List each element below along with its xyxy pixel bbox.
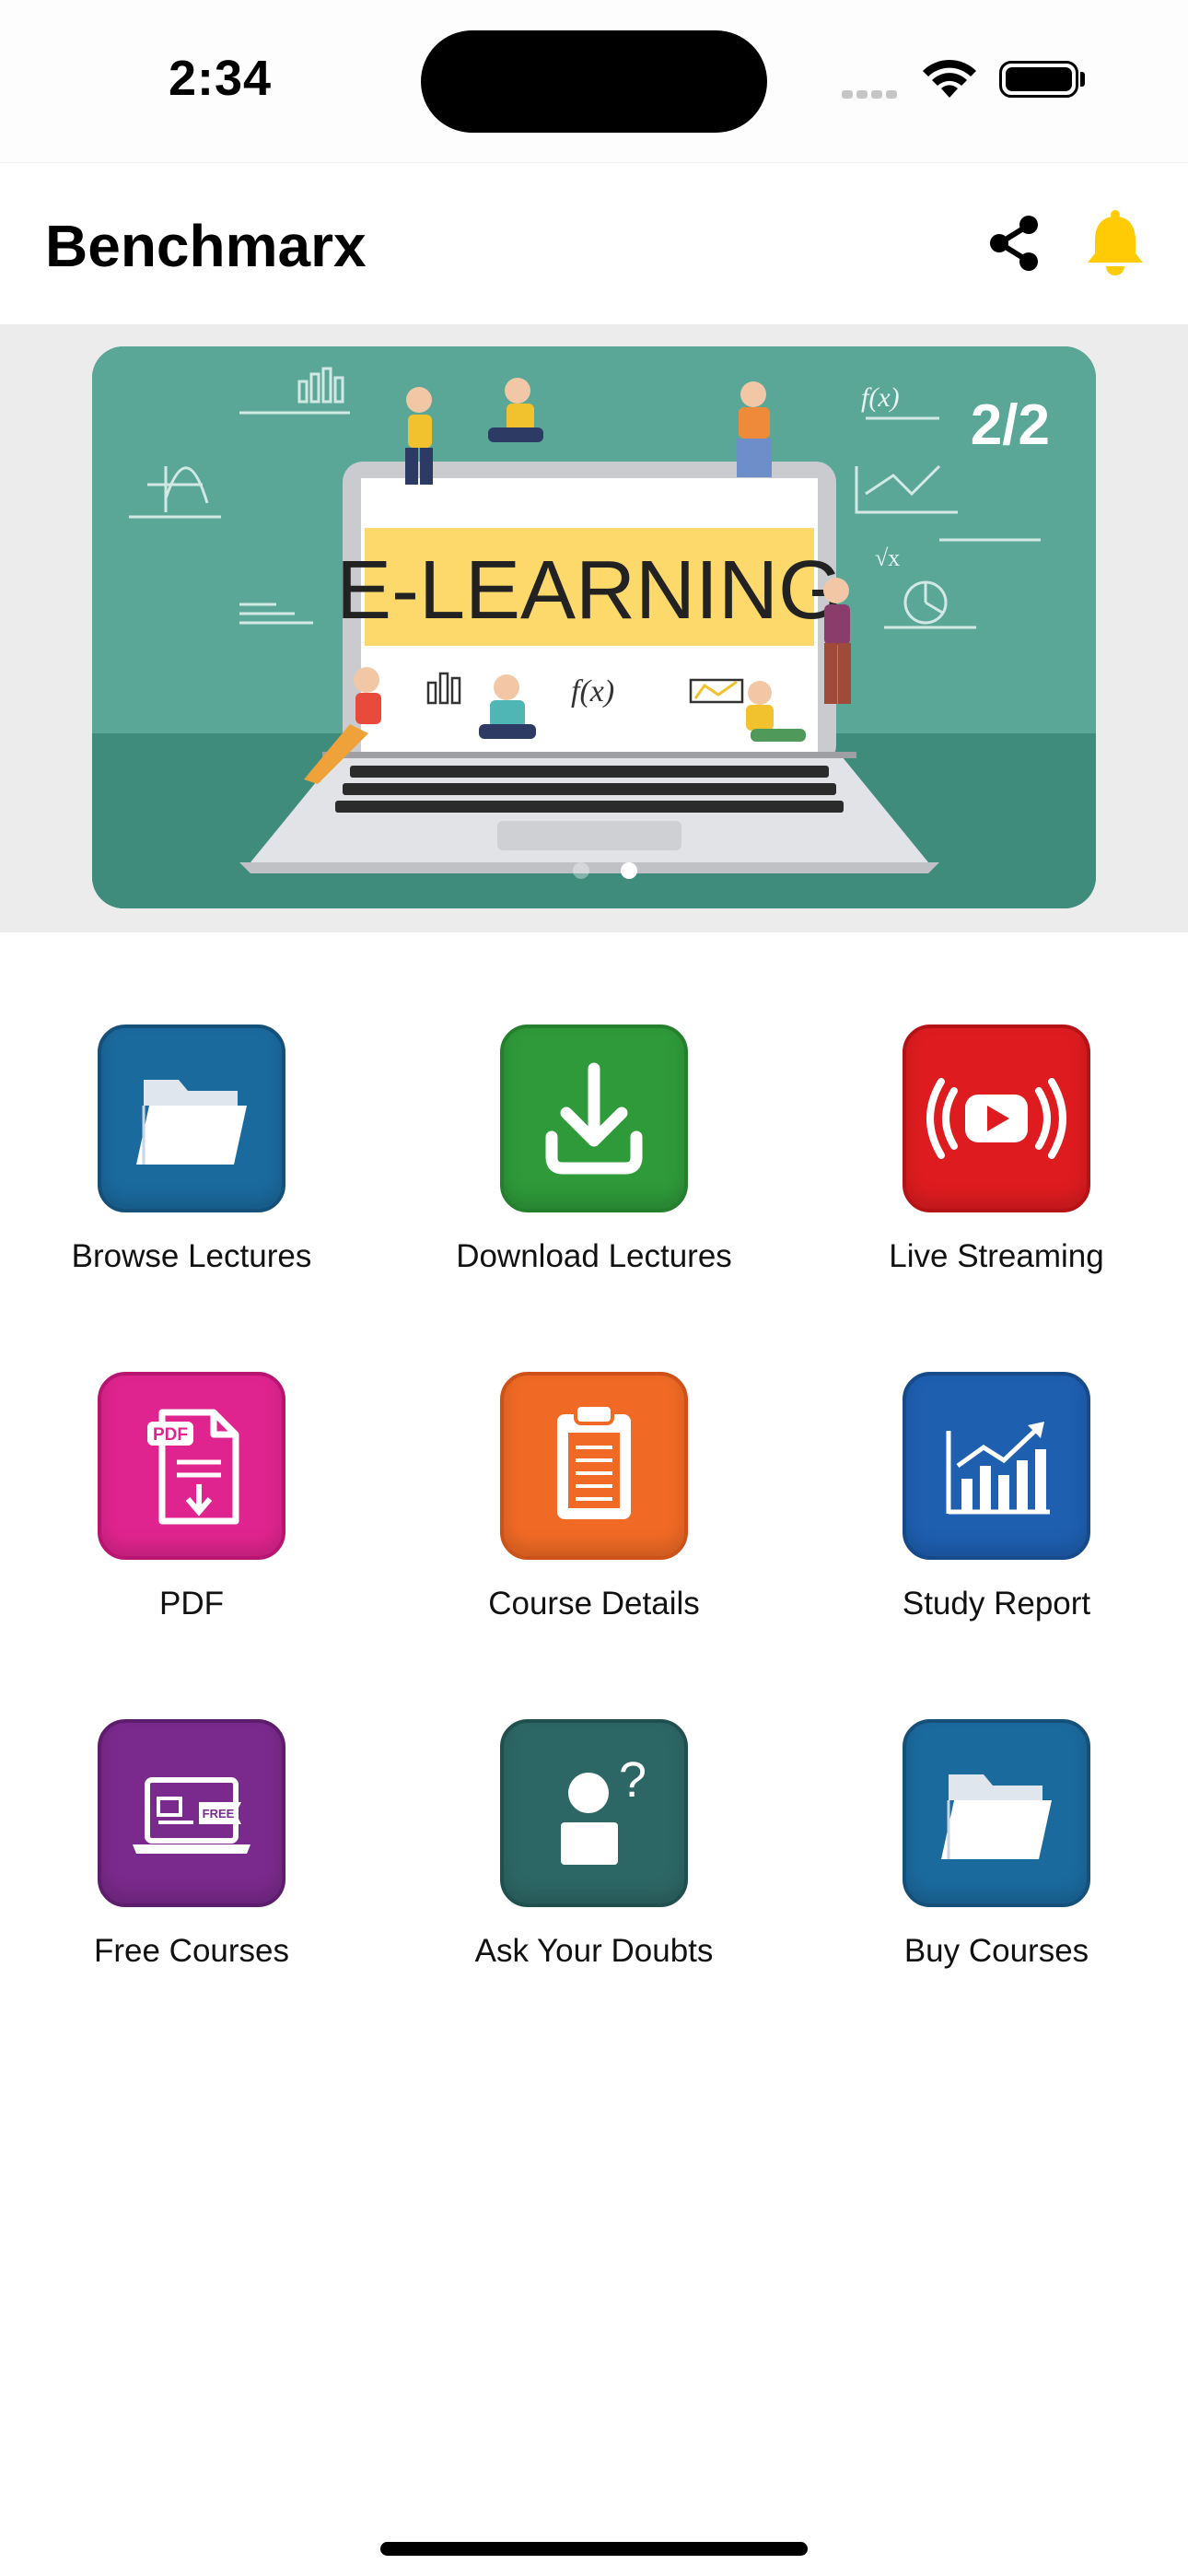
free-courses-icon-box: FREE bbox=[98, 1719, 285, 1907]
svg-text:f(x): f(x) bbox=[571, 674, 614, 708]
notification-bell-icon[interactable] bbox=[1082, 209, 1148, 279]
question-person-icon: ? bbox=[561, 1752, 646, 1865]
folder-icon bbox=[941, 1774, 1052, 1859]
svg-text:PDF: PDF bbox=[153, 1425, 188, 1445]
live-streaming-icon-box bbox=[903, 1025, 1090, 1212]
app-header: Benchmarx bbox=[0, 162, 1188, 325]
svg-text:√x: √x bbox=[875, 544, 900, 571]
banner-headline: E-LEARNING bbox=[336, 544, 843, 637]
live-streaming-label: Live Streaming bbox=[889, 1238, 1104, 1274]
carousel-dots bbox=[557, 862, 653, 884]
browse-lectures-button[interactable]: Browse Lectures bbox=[0, 1025, 393, 1282]
battery-icon bbox=[999, 61, 1078, 98]
svg-text:?: ? bbox=[619, 1752, 646, 1808]
course-details-label: Course Details bbox=[488, 1586, 700, 1622]
download-lectures-icon-box bbox=[500, 1025, 688, 1212]
wifi-icon bbox=[923, 59, 976, 98]
banner-carousel: f(x) √x E-LEARNING f(x) 2/2 bbox=[0, 324, 1188, 932]
cellular-signal-icon bbox=[842, 87, 901, 103]
buy-courses-icon-box bbox=[903, 1719, 1090, 1907]
free-courses-button[interactable]: FREE Free Courses bbox=[0, 1719, 393, 1977]
course-details-button[interactable]: Course Details bbox=[392, 1372, 796, 1630]
buy-courses-label: Buy Courses bbox=[903, 1933, 1089, 1969]
pdf-icon-box: PDF bbox=[98, 1372, 285, 1560]
banner-slide[interactable]: f(x) √x E-LEARNING f(x) 2/2 bbox=[92, 346, 1096, 908]
free-courses-label: Free Courses bbox=[93, 1933, 290, 1969]
carousel-dot-2[interactable] bbox=[621, 862, 637, 879]
download-icon bbox=[545, 1062, 643, 1175]
chart-icon bbox=[946, 1422, 1050, 1515]
download-lectures-button[interactable]: Download Lectures bbox=[392, 1025, 796, 1282]
pdf-icon: PDF bbox=[147, 1409, 239, 1525]
pdf-button[interactable]: PDF PDF bbox=[0, 1372, 393, 1630]
status-bar: 2:34 bbox=[0, 0, 1188, 162]
svg-text:FREE: FREE bbox=[203, 1807, 235, 1821]
home-indicator[interactable] bbox=[380, 2542, 808, 2556]
slide-counter: 2/2 bbox=[970, 393, 1050, 457]
buy-courses-button[interactable]: Buy Courses bbox=[795, 1719, 1188, 1977]
live-stream-icon bbox=[926, 1078, 1066, 1159]
browse-lectures-label: Browse Lectures bbox=[71, 1238, 312, 1274]
browse-lectures-icon-box bbox=[98, 1025, 285, 1212]
app-title: Benchmarx bbox=[45, 213, 367, 279]
study-report-label: Study Report bbox=[902, 1586, 1091, 1622]
status-time: 2:34 bbox=[169, 51, 273, 106]
pdf-label: PDF bbox=[159, 1586, 224, 1622]
e-learning-illustration: f(x) √x E-LEARNING f(x) bbox=[92, 346, 1096, 908]
ask-your-doubts-label: Ask Your Doubts bbox=[474, 1933, 714, 1969]
laptop-free-icon: FREE bbox=[133, 1777, 250, 1854]
clipboard-icon bbox=[557, 1403, 631, 1519]
battery-nub bbox=[1080, 72, 1085, 87]
carousel-dot-1[interactable] bbox=[573, 862, 589, 879]
folder-icon bbox=[136, 1080, 247, 1165]
dynamic-island bbox=[421, 30, 767, 133]
study-report-icon-box bbox=[903, 1372, 1090, 1560]
ask-your-doubts-icon-box: ? bbox=[500, 1719, 688, 1907]
svg-text:f(x): f(x) bbox=[861, 382, 900, 413]
course-details-icon-box bbox=[500, 1372, 688, 1560]
live-streaming-button[interactable]: Live Streaming bbox=[795, 1025, 1188, 1282]
ask-your-doubts-button[interactable]: ? Ask Your Doubts bbox=[392, 1719, 796, 1977]
study-report-button[interactable]: Study Report bbox=[795, 1372, 1188, 1630]
download-lectures-label: Download Lectures bbox=[456, 1238, 732, 1274]
share-icon[interactable] bbox=[985, 214, 1044, 273]
